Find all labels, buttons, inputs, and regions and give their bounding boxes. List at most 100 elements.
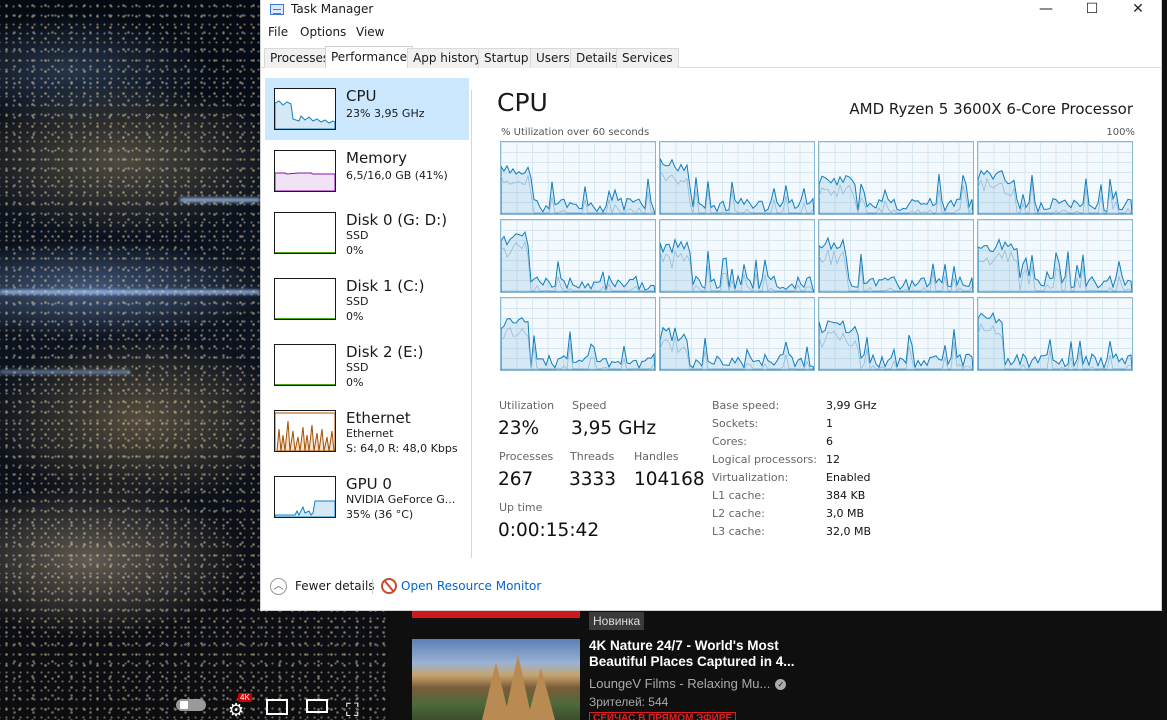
resource-monitor-icon[interactable] [381,578,397,594]
title-bar[interactable]: Task Manager — ☐ ✕ [261,0,1161,22]
video-thumbnail[interactable] [412,639,580,720]
sidebar-detail: SSD [346,229,369,242]
footer-bar: ︿ Fewer details Open Resource Monitor [261,575,1161,597]
tab-startup[interactable]: Startup [478,48,535,68]
core-utilization-line [660,238,814,292]
core-utilization-line [978,169,1132,214]
tab-app-history[interactable]: App history [407,48,488,68]
sockets-label: Sockets: [712,417,759,430]
base-speed-label: Base speed: [712,399,780,412]
graph-max-label: 100% [1106,127,1135,138]
graph-caption: % Utilization over 60 seconds [501,127,650,138]
core-utilization-line [501,317,655,370]
sidebar-item-disk-2[interactable]: Disk 2 (E:) SSD 0% [265,334,469,396]
tab-users[interactable]: Users [530,48,576,68]
menu-options[interactable]: Options [300,25,346,39]
window-title: Task Manager [291,2,374,16]
channel-name[interactable]: LoungeV Films - Relaxing Mu... ✓ [589,676,787,691]
cores-value: 6 [826,435,833,448]
sidebar-label: CPU [346,87,377,105]
video-controls: ⚙ 4K ⛶ [0,690,390,720]
logical-processors-label: Logical processors: [712,453,818,466]
core-graph [500,219,656,293]
fullscreen-icon[interactable]: ⛶ [346,700,359,720]
menu-view[interactable]: View [356,25,384,39]
core-graph [500,297,656,371]
disk-graph-icon [274,344,336,386]
sidebar-detail: 6,5/16,0 GB (41%) [346,169,448,182]
core-graph [818,219,974,293]
new-badge: Новинка [589,612,645,630]
sidebar-label: GPU 0 [346,475,392,493]
core-graph [659,219,815,293]
handles-value: 104168 [634,469,705,490]
sockets-value: 1 [826,417,833,430]
ethernet-graph-icon [274,410,336,452]
live-badge: СЕЙЧАС В ПРЯМОМ ЭФИРЕ [589,712,737,720]
core-graph [818,297,974,371]
open-resource-monitor-link[interactable]: Open Resource Monitor [401,579,541,593]
disk-graph-icon [274,278,336,320]
l3-cache-value: 32,0 MB [826,525,872,538]
l1-cache-label: L1 cache: [712,489,765,502]
memory-graph-icon [274,150,336,192]
core-utilization-line [819,319,973,370]
core-graph [818,141,974,215]
sidebar-detail: 0% [346,310,364,323]
l1-cache-value: 384 KB [826,489,866,502]
theater-mode-icon[interactable] [306,699,328,713]
settings-gear-icon[interactable]: ⚙ [228,700,244,720]
sidebar-detail: 35% (36 °C) [346,508,414,521]
sidebar-item-disk-0[interactable]: Disk 0 (G: D:) SSD 0% [265,202,469,264]
sidebar-item-memory[interactable]: Memory 6,5/16,0 GB (41%) [265,140,469,202]
footer-divider [372,579,373,594]
uptime-label: Up time [499,501,543,514]
sidebar-item-gpu[interactable]: GPU 0 NVIDIA GeForce G... 35% (36 °C) [265,466,469,528]
sidebar-label: Ethernet [346,409,411,427]
miniplayer-icon[interactable] [266,699,288,715]
video-title[interactable]: 4K Nature 24/7 - World's Most Beautiful … [589,638,809,670]
minimize-button[interactable]: — [1023,0,1069,22]
sidebar-item-cpu[interactable]: CPU 23% 3,95 GHz [265,78,469,140]
menu-file[interactable]: File [268,25,288,39]
threads-label: Threads [570,450,615,463]
sidebar-detail: Ethernet [346,427,394,440]
city-glow [0,370,130,374]
core-graph [659,297,815,371]
chevron-up-icon[interactable]: ︿ [270,578,287,595]
close-button[interactable]: ✕ [1115,0,1161,22]
base-speed-value: 3,99 GHz [826,399,877,412]
sidebar-label: Memory [346,149,408,167]
tab-services[interactable]: Services [616,48,679,68]
sidebar-detail: SSD [346,295,369,308]
sidebar-label: Disk 0 (G: D:) [346,211,448,229]
autoplay-toggle[interactable] [176,699,206,711]
fewer-details-button[interactable]: Fewer details [295,579,375,593]
maximize-button[interactable]: ☐ [1069,0,1115,22]
sidebar-detail: 23% 3,95 GHz [346,107,425,120]
sidebar-label: Disk 2 (E:) [346,343,424,361]
core-utilization-line [819,173,973,214]
quality-badge: 4K [238,693,252,702]
logical-processors-value: 12 [826,453,840,466]
resource-sidebar: CPU 23% 3,95 GHz Memory 6,5/16,0 GB (41%… [265,78,469,558]
viewer-count: Зрителей: 544 [589,695,669,709]
l2-cache-value: 3,0 MB [826,507,865,520]
core-utilization-line [660,158,814,214]
uptime-value: 0:00:15:42 [498,520,600,541]
sidebar-label: Disk 1 (C:) [346,277,425,295]
cpu-graph-icon [274,88,336,130]
page-title: CPU [497,88,548,117]
city-glow [0,290,260,294]
sidebar-item-disk-1[interactable]: Disk 1 (C:) SSD 0% [265,268,469,330]
sidebar-item-ethernet[interactable]: Ethernet Ethernet S: 64,0 R: 48,0 Kbps [265,400,469,462]
core-utilization-line [660,326,814,370]
cores-label: Cores: [712,435,747,448]
sidebar-detail: NVIDIA GeForce G... [346,493,456,506]
core-graph [977,297,1133,371]
speed-label: Speed [572,399,607,412]
sidebar-detail: SSD [346,361,369,374]
core-graph [977,219,1133,293]
tab-performance[interactable]: Performance [325,46,414,68]
disk-graph-icon [274,212,336,254]
